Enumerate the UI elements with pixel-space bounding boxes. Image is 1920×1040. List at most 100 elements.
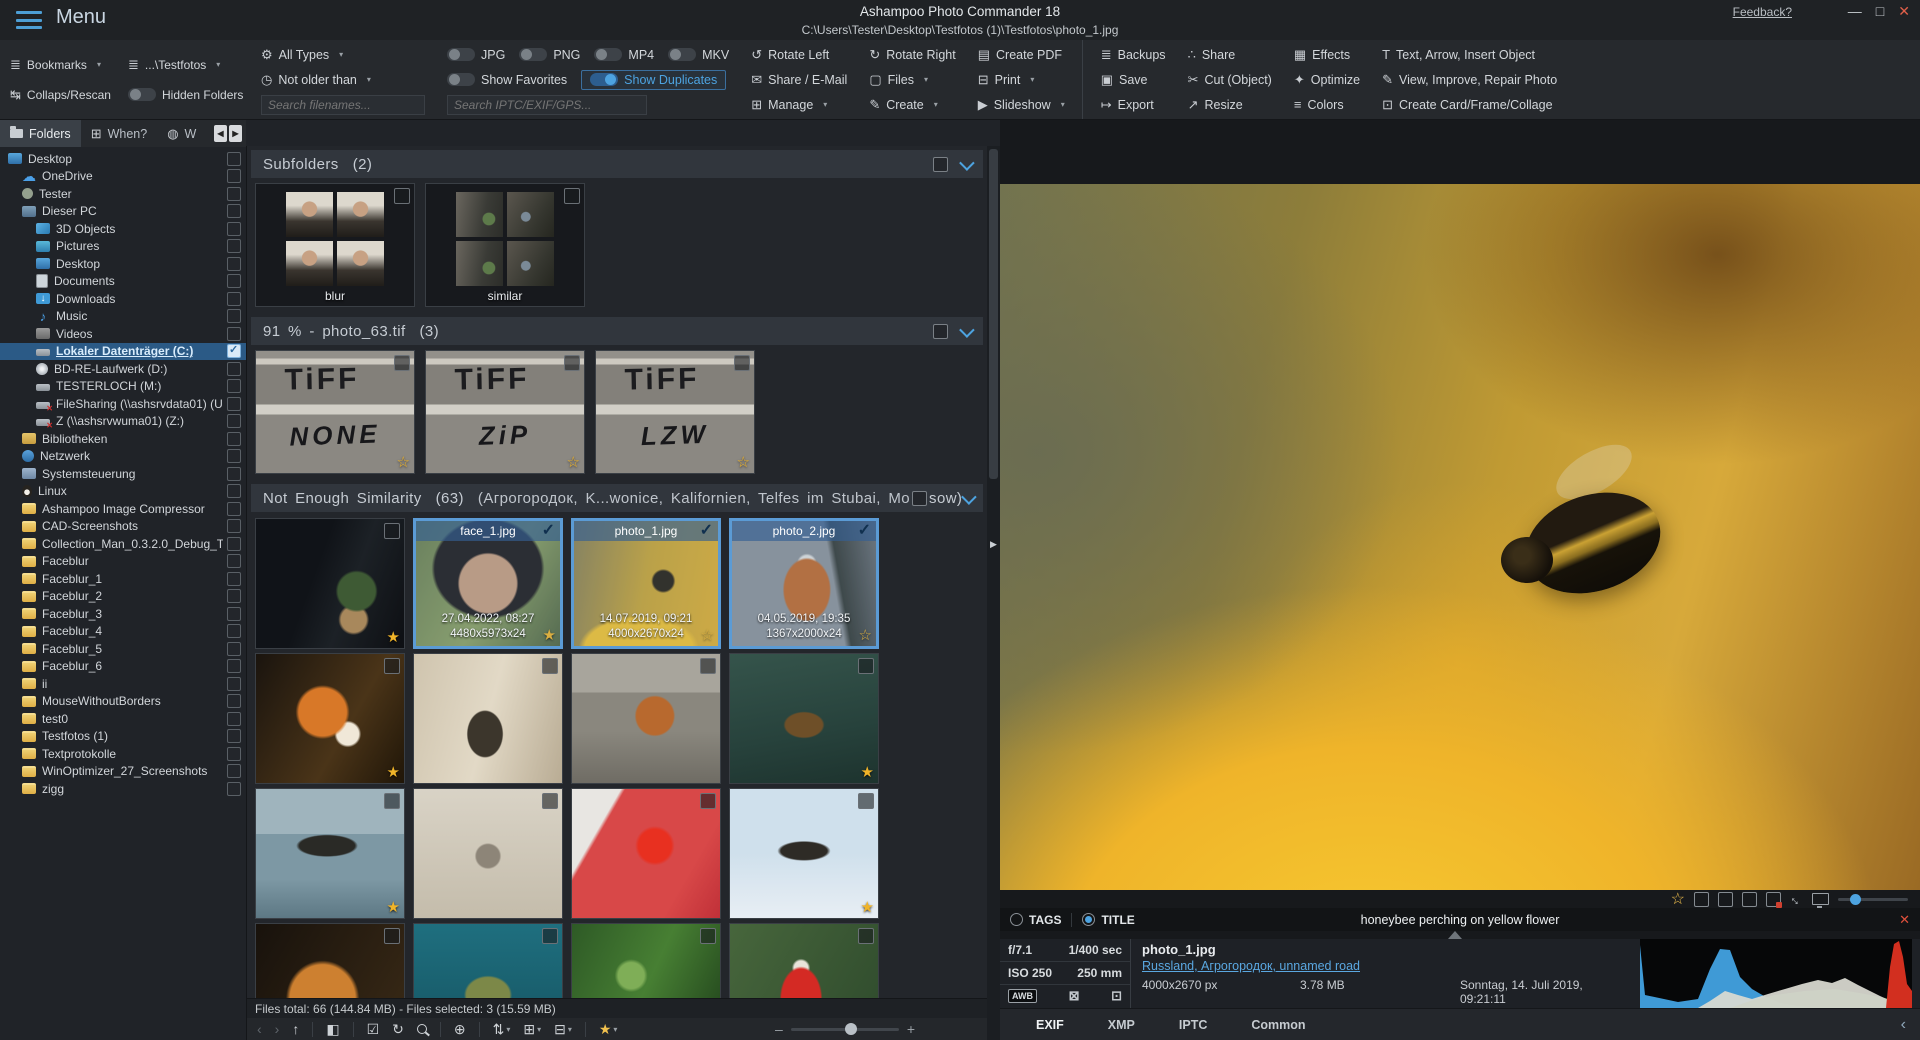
- tree-item-downloads[interactable]: ↓Downloads: [0, 290, 246, 308]
- thumbnail-plant[interactable]: ★: [255, 518, 405, 649]
- tile-checkbox[interactable]: [700, 793, 716, 809]
- toolbar-button-save[interactable]: ▣Save: [1101, 68, 1166, 92]
- tree-item-checkbox[interactable]: [227, 694, 241, 708]
- toolbar-button-files[interactable]: ▢Files▾: [869, 68, 955, 92]
- sidebar-tab-when[interactable]: ⊞When?: [81, 120, 158, 147]
- toggle-show-favorites[interactable]: Show Favorites: [447, 73, 567, 87]
- tree-item-ashampoo-image-compressor[interactable]: Ashampoo Image Compressor: [0, 500, 246, 518]
- tree-item-checkbox[interactable]: [227, 677, 241, 691]
- hidden-folders-toggle[interactable]: [128, 88, 156, 101]
- tree-item-dieser-pc[interactable]: Dieser PC: [0, 203, 246, 221]
- tree-item-z-ashsrvwuma01-z[interactable]: Z (\\ashsrvwuma01) (Z:): [0, 413, 246, 431]
- toolbar-button-rotate-right[interactable]: ↻Rotate Right: [869, 43, 955, 67]
- tree-item-tester[interactable]: Tester: [0, 185, 246, 203]
- tree-item-faceblur-6[interactable]: Faceblur_6: [0, 658, 246, 676]
- zoom-slider[interactable]: [791, 1028, 899, 1031]
- browser-tool-grid-view[interactable]: ⊞▾: [523, 1021, 541, 1038]
- favorite-star-icon[interactable]: ★: [387, 898, 400, 916]
- tags-radio[interactable]: [1010, 913, 1023, 926]
- section-checkbox[interactable]: [933, 324, 948, 339]
- tree-item-desktop[interactable]: Desktop: [0, 255, 246, 273]
- tree-item-checkbox[interactable]: [227, 362, 241, 376]
- tree-item-checkbox[interactable]: [227, 309, 241, 323]
- png-switch[interactable]: [519, 48, 547, 61]
- browser-tool-new-folder[interactable]: ⊕: [454, 1021, 466, 1038]
- browser-tool-select-mode[interactable]: ☑: [367, 1021, 380, 1038]
- toolbar-button-export[interactable]: ↦Export: [1101, 93, 1166, 117]
- tree-item-checkbox[interactable]: [227, 169, 241, 183]
- chevron-down-icon[interactable]: ▾: [1061, 100, 1065, 109]
- toolbar-button-create[interactable]: ✎Create▾: [869, 93, 955, 117]
- fullscreen-icon[interactable]: ↔: [1787, 889, 1807, 909]
- chevron-down-icon[interactable]: ▾: [97, 60, 101, 69]
- tree-item-checkbox[interactable]: [227, 379, 241, 393]
- browser-tool-refresh[interactable]: ↻: [392, 1021, 404, 1038]
- tree-item-ii[interactable]: ii: [0, 675, 246, 693]
- section-checkbox[interactable]: [912, 491, 927, 506]
- tile-checkbox[interactable]: [700, 658, 716, 674]
- thumbnail-duck[interactable]: ★: [729, 653, 879, 784]
- tree-item-faceblur-1[interactable]: Faceblur_1: [0, 570, 246, 588]
- tree-item-checkbox[interactable]: [227, 204, 241, 218]
- favorite-star-icon[interactable]: ★: [861, 898, 874, 916]
- subfolder-tile-blur[interactable]: blur: [255, 183, 415, 307]
- favorite-star-icon[interactable]: ★: [387, 628, 400, 646]
- toolbar-button-rotate-left[interactable]: ↺Rotate Left: [751, 43, 847, 67]
- tree-item-checkbox[interactable]: [227, 222, 241, 236]
- sidebar-tab-where[interactable]: ◍W: [157, 120, 206, 147]
- thumbnail-turtle[interactable]: [413, 923, 563, 998]
- maximize-button[interactable]: □: [1876, 3, 1884, 20]
- tile-checkbox[interactable]: [858, 793, 874, 809]
- chevron-down-icon[interactable]: ▾: [216, 60, 220, 69]
- toolbar-button-manage[interactable]: ⊞Manage▾: [751, 93, 847, 117]
- feedback-link[interactable]: Feedback?: [1733, 5, 1792, 19]
- metadata-tab-common[interactable]: Common: [1251, 1018, 1305, 1032]
- tile-checkbox[interactable]: [542, 793, 558, 809]
- tile-checkbox[interactable]: [384, 928, 400, 944]
- favorite-star-icon[interactable]: ☆: [737, 453, 750, 471]
- tile-checkbox[interactable]: [384, 658, 400, 674]
- tile-checkbox[interactable]: [394, 355, 410, 371]
- browser-tool-nav-back[interactable]: ‹: [257, 1021, 262, 1037]
- tree-item-bd-re-laufwerk-d[interactable]: BD-RE-Laufwerk (D:): [0, 360, 246, 378]
- sidebar-tab-folders[interactable]: Folders: [0, 120, 81, 147]
- subfolder-tile-similar[interactable]: similar: [425, 183, 585, 307]
- toolbar-button-effects[interactable]: ▦Effects: [1294, 43, 1360, 67]
- tree-item-pictures[interactable]: Pictures: [0, 238, 246, 256]
- chevron-down-icon[interactable]: ▾: [339, 50, 343, 59]
- tree-item-faceblur-3[interactable]: Faceblur_3: [0, 605, 246, 623]
- tree-item-checkbox[interactable]: [227, 729, 241, 743]
- favorite-star-icon[interactable]: ★: [387, 763, 400, 781]
- preview-zoom-slider[interactable]: [1838, 898, 1908, 901]
- chevron-down-icon[interactable]: ▾: [924, 75, 928, 84]
- show-favorites-switch[interactable]: [447, 73, 475, 86]
- thumbnail-parrot[interactable]: [729, 923, 879, 998]
- sidebar-button-current-root[interactable]: ≣...\Testfotos▾: [128, 52, 252, 78]
- tree-item-checkbox[interactable]: [227, 187, 241, 201]
- search-input-search-filenames[interactable]: [261, 95, 425, 115]
- tree-item-textprotokolle[interactable]: Textprotokolle: [0, 745, 246, 763]
- zoom-in-icon[interactable]: +: [907, 1021, 915, 1037]
- tree-item-testerloch-m[interactable]: TESTERLOCH (M:): [0, 378, 246, 396]
- panel-expand-arrow-icon[interactable]: [1448, 931, 1462, 939]
- thumbnail-tiger[interactable]: [255, 923, 405, 998]
- tile-checkbox[interactable]: [394, 188, 410, 204]
- close-button[interactable]: ✕: [1898, 3, 1910, 20]
- browser-tool-thumbnail-size[interactable]: ⊟▾: [554, 1021, 572, 1038]
- jpg-switch[interactable]: [447, 48, 475, 61]
- tile-checkbox[interactable]: [700, 928, 716, 944]
- chevron-down-icon[interactable]: ▾: [537, 1025, 541, 1034]
- tree-item-checkbox[interactable]: [227, 502, 241, 516]
- flag-1-icon[interactable]: [1694, 892, 1709, 907]
- thumbnail-eaglesnow[interactable]: ★: [729, 788, 879, 919]
- tree-item-checkbox[interactable]: [227, 642, 241, 656]
- toggle-png[interactable]: PNG: [519, 48, 580, 62]
- tile-checkbox[interactable]: [564, 188, 580, 204]
- browser-tool-nav-forward[interactable]: ›: [275, 1021, 280, 1037]
- tree-item-test0[interactable]: test0: [0, 710, 246, 728]
- nav-next-button[interactable]: ▶: [229, 125, 242, 142]
- tree-item-checkbox[interactable]: [227, 467, 241, 481]
- tile-checkbox[interactable]: [384, 523, 400, 539]
- sidebar-button-hidden-folders[interactable]: Hidden Folders: [128, 82, 252, 108]
- preview-photo[interactable]: [1000, 184, 1920, 890]
